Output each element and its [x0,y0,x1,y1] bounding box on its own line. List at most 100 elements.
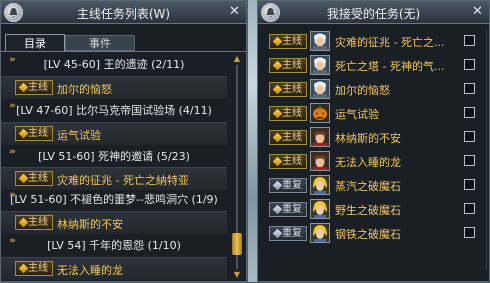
scrollbar[interactable]: ▲ ▼ [231,53,243,281]
accepted-quest-row[interactable]: 主线 运气试验 [258,101,489,125]
blonde-portrait [310,223,330,243]
badge-label: 重复 [282,204,302,215]
quest-row[interactable]: 主线 无法入睡的龙 [1,257,227,280]
window-title: 主线任务列表(W) [76,7,171,21]
arrow-icon: ››› [9,55,16,65]
quest-group-header[interactable]: ››› [LV 51-60] 不褪色的噩梦--悲鸣洞穴 (1/9) [1,190,227,210]
badge-label: 主线 [28,263,48,274]
accepted-quest-row[interactable]: 主线 加尔的恼怒 [258,77,489,101]
main-quest-badge: 主线 [15,126,53,141]
accepted-quest-row[interactable]: 重复 钢铁之破魔石 [258,221,489,245]
track-checkbox[interactable] [464,107,475,118]
quest-name: 死亡之塔 - 死神的气... [335,60,445,73]
quest-group-header[interactable]: ››› [LV 54] 千年的恩怨 (1/10) [1,236,227,256]
diamond-icon [18,173,29,184]
track-checkbox[interactable] [464,227,475,238]
track-checkbox[interactable] [464,203,475,214]
badge-label: 主线 [28,128,48,139]
close-icon[interactable]: ✕ [227,4,242,19]
accepted-quest-row[interactable]: 重复 蒸汽之破魔石 [258,173,489,197]
quest-name: 钢铁之破魔石 [335,228,401,241]
arrow-icon: ››› [9,236,16,246]
blonde-portrait [310,199,330,219]
track-checkbox[interactable] [464,155,475,166]
quest-name: 无法入睡的龙 [335,156,401,169]
quest-row[interactable]: 主线 林纳斯的不安 [1,211,227,234]
track-checkbox[interactable] [464,83,475,94]
quest-group-header[interactable]: ››› [LV 47-60] 比尔马克帝国试验场 (4/11) [1,101,227,121]
badge-label: 主线 [282,84,302,95]
diamond-icon [272,84,283,95]
badge-label: 主线 [282,36,302,47]
repeat-quest-badge: 重复 [269,226,307,241]
diamond-icon [272,36,283,47]
diamond-icon [272,204,283,215]
main-quest-badge: 主线 [269,154,307,169]
accepted-quest-row[interactable]: 重复 野生之破魔石 [258,197,489,221]
badge-label: 主线 [28,173,48,184]
badge-label: 主线 [28,217,48,228]
diamond-icon [272,108,283,119]
scroll-thumb[interactable] [232,233,242,255]
quest-name: 林纳斯的不安 [57,218,123,231]
accepted-quest-row[interactable]: 主线 死亡之塔 - 死神的气... [258,53,489,77]
accepted-quest-row[interactable]: 主线 无法入睡的龙 [258,149,489,173]
title-bar[interactable]: 我接受的任务(无) ✕ [258,1,489,24]
close-icon[interactable]: ✕ [470,4,485,19]
quest-row[interactable]: 主线 灾难的征兆 - 死亡之納特亚 [1,167,227,190]
main-quest-badge: 主线 [269,58,307,73]
main-quest-badge: 主线 [269,34,307,49]
track-checkbox[interactable] [464,131,475,142]
quest-name: 运气试验 [335,108,379,121]
main-quest-badge: 主线 [269,82,307,97]
repeat-quest-badge: 重复 [269,202,307,217]
brown-hair-portrait [310,151,330,171]
arrow-icon: ››› [9,101,16,111]
diamond-icon [18,128,29,139]
main-quest-badge: 主线 [15,80,53,95]
brown-hair-portrait [310,127,330,147]
scroll-down-icon[interactable]: ▼ [231,269,243,281]
quest-group-title: [LV 47-60] 比尔马克帝国试验场 (4/11) [16,104,212,117]
quest-name: 加尔的恼怒 [57,83,112,96]
main-quest-badge: 主线 [15,261,53,276]
arrow-icon: ››› [9,147,16,157]
main-quest-list-window: 主线任务列表(W) ✕ 目录 事件 ››› [LV 45-60] 王的遗迹 (2… [0,0,247,282]
quest-group-header[interactable]: ››› [LV 51-60] 死神的邀请 (5/23) [1,147,227,167]
quest-group-title: [LV 54] 千年的恩怨 (1/10) [47,239,181,252]
quest-name: 灾难的征兆 - 死亡之... [335,36,445,49]
quest-group-header[interactable]: ››› [LV 45-60] 王的遗迹 (2/11) [1,55,227,75]
badge-label: 重复 [282,228,302,239]
diamond-icon [272,156,283,167]
tab-divider [1,51,246,52]
tab-event[interactable]: 事件 [65,35,135,51]
accepted-quest-row[interactable]: 主线 灾难的征兆 - 死亡之... [258,29,489,53]
diamond-icon [272,180,283,191]
badge-label: 主线 [282,60,302,71]
quest-name: 加尔的恼怒 [335,84,390,97]
track-checkbox[interactable] [464,59,475,70]
track-checkbox[interactable] [464,35,475,46]
quest-row[interactable]: 主线 加尔的恼怒 [1,76,227,99]
diamond-icon [272,132,283,143]
badge-label: 主线 [28,82,48,93]
accepted-quest-row[interactable]: 主线 林纳斯的不安 [258,125,489,149]
diamond-icon [18,217,29,228]
diamond-icon [18,263,29,274]
scroll-up-icon[interactable]: ▲ [231,53,243,65]
white-hair-portrait [310,79,330,99]
quest-row[interactable]: 主线 运气试验 [1,122,227,145]
badge-label: 主线 [282,108,302,119]
track-checkbox[interactable] [464,179,475,190]
main-quest-badge: 主线 [15,171,53,186]
quest-group-title: [LV 51-60] 不褪色的噩梦--悲鸣洞穴 (1/9) [10,193,218,206]
tab-catalog[interactable]: 目录 [5,34,65,51]
diamond-icon [272,228,283,239]
blonde-portrait [310,175,330,195]
quest-name: 灾难的征兆 - 死亡之納特亚 [57,174,189,187]
quest-name: 运气试验 [57,129,101,142]
title-bar[interactable]: 主线任务列表(W) ✕ [1,1,246,24]
list-divider [486,29,487,269]
quest-name: 蒸汽之破魔石 [335,180,401,193]
main-quest-badge: 主线 [15,215,53,230]
